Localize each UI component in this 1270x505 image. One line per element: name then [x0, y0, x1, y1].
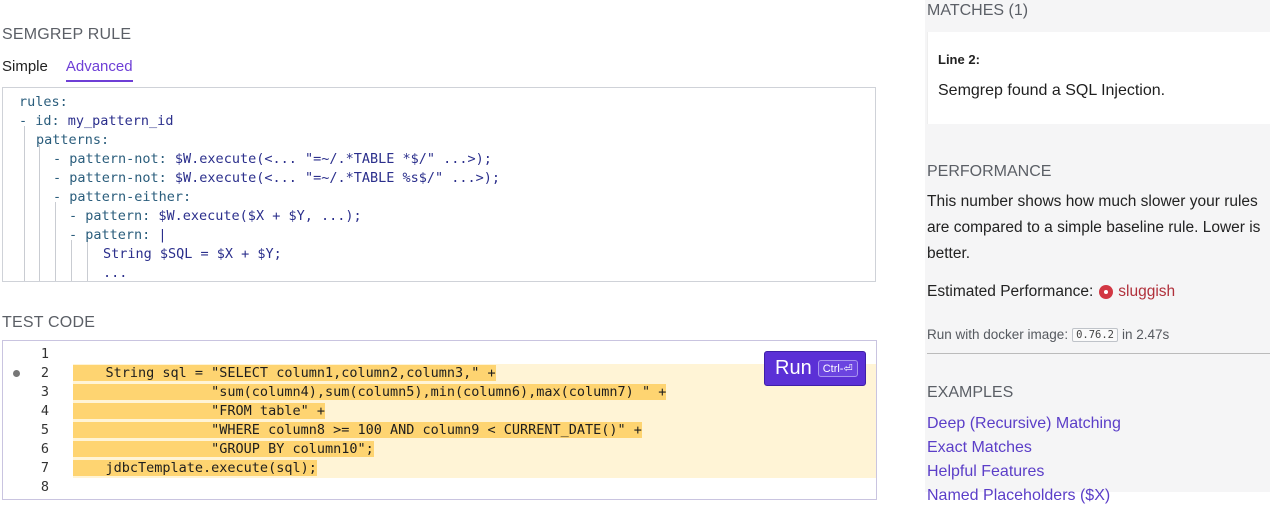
yaml-key: patterns: — [36, 132, 110, 148]
estimated-performance-value: sluggish — [1118, 283, 1176, 300]
run-button[interactable]: Run Ctrl-⏎ — [764, 351, 866, 386]
match-line-label: Line 2: — [938, 52, 980, 67]
run-time: in 2.47s — [1122, 327, 1170, 342]
line-number: 8 — [40, 479, 49, 495]
estimated-performance: Estimated Performance: sluggish — [927, 283, 1175, 301]
yaml-key: rules: — [19, 94, 68, 110]
yaml-line: - pattern-not: $W.execute(<... "=~/.*TAB… — [53, 150, 492, 169]
yaml-line: rules: — [19, 93, 68, 112]
tab-advanced[interactable]: Advanced — [65, 58, 133, 82]
matched-code: "sum(column4),sum(column5),min(column6),… — [73, 384, 667, 400]
code-text: String sql = "SELECT column1,column2,col… — [73, 364, 496, 383]
yaml-line: patterns: — [36, 131, 109, 150]
yaml-value: String $SQL = $X + $Y; — [103, 246, 282, 262]
matches-title: MATCHES (1) — [927, 2, 1029, 19]
yaml-value: $W.execute(<... "=~/.*TABLE *$/" ...>); — [174, 151, 492, 167]
tab-simple[interactable]: Simple — [2, 58, 48, 82]
yaml-line: ... — [103, 264, 128, 281]
results-panel: MATCHES (1) Line 2: Semgrep found a SQL … — [925, 0, 1270, 504]
line-number: 3 — [40, 384, 49, 400]
example-link[interactable]: Helpful Features — [927, 463, 1044, 481]
indent-guide — [71, 240, 72, 281]
yaml-value: $W.execute(<... "=~/.*TABLE %s$/" ...>); — [174, 170, 501, 186]
matched-code: "WHERE column8 >= 100 AND column9 < CURR… — [73, 422, 642, 438]
code-text: "WHERE column8 >= 100 AND column9 < CURR… — [73, 421, 642, 440]
code-line: 8 — [3, 478, 876, 497]
code-text: "GROUP BY column10"; — [73, 440, 374, 459]
rule-editor-panel: SEMGREP RULE Simple Advanced rules: - id… — [0, 0, 880, 500]
example-link[interactable]: Deep (Recursive) Matching — [927, 415, 1121, 433]
matched-code: "GROUP BY column10"; — [73, 441, 374, 457]
line-number: 7 — [40, 460, 49, 476]
estimated-performance-label: Estimated Performance: — [927, 283, 1094, 300]
example-link[interactable]: Named Placeholders ($X) — [927, 487, 1110, 505]
code-line: 4 "FROM table" + — [3, 402, 876, 421]
docker-info: Run with docker image: 0.76.2 in 2.47s — [927, 327, 1169, 342]
yaml-line: - pattern-either: — [53, 188, 191, 207]
indent-guide — [39, 145, 40, 281]
yaml-key: - pattern: — [69, 227, 159, 243]
matched-code: String sql = "SELECT column1,column2,col… — [73, 365, 496, 381]
code-line: 3 "sum(column4),sum(column5),min(column6… — [3, 383, 876, 402]
code-text: "FROM table" + — [73, 402, 325, 421]
sluggish-icon — [1099, 285, 1114, 299]
yaml-key: - pattern-either: — [53, 189, 192, 205]
semgrep-rule-title: SEMGREP RULE — [2, 26, 132, 43]
line-number: 2 — [40, 365, 49, 381]
code-line: 1 — [3, 345, 876, 364]
matched-code: "FROM table" + — [73, 403, 325, 419]
code-line: 2 String sql = "SELECT column1,column2,c… — [3, 364, 876, 383]
code-line: 6 "GROUP BY column10"; — [3, 440, 876, 459]
divider — [927, 353, 1270, 354]
yaml-line: String $SQL = $X + $Y; — [103, 245, 282, 264]
yaml-key: - pattern-not: — [53, 170, 175, 186]
yaml-key: - pattern-not: — [53, 151, 175, 167]
yaml-value: my_pattern_id — [67, 113, 174, 129]
yaml-value: $W.execute($X + $Y, ...); — [158, 208, 362, 224]
test-code-editor[interactable]: 1 2 String sql = "SELECT column1,column2… — [2, 340, 877, 500]
code-text: "sum(column4),sum(column5),min(column6),… — [73, 383, 667, 402]
yaml-line: - pattern: $W.execute($X + $Y, ...); — [69, 207, 362, 226]
yaml-rule-editor[interactable]: rules: - id: my_pattern_id patterns: - p… — [2, 87, 876, 282]
rule-mode-tabs: Simple Advanced — [2, 58, 151, 82]
match-result-card[interactable]: Line 2: Semgrep found a SQL Injection. — [927, 32, 1270, 124]
match-message: Semgrep found a SQL Injection. — [938, 82, 1166, 99]
code-line: 7 jdbcTemplate.execute(sql); — [3, 459, 876, 478]
examples-title: EXAMPLES — [927, 384, 1014, 401]
line-number: 6 — [40, 441, 49, 457]
yaml-line: - pattern: | — [69, 226, 167, 245]
docker-version-badge: 0.76.2 — [1072, 327, 1119, 342]
code-text: jdbcTemplate.execute(sql); — [73, 459, 317, 478]
performance-description: This number shows how much slower your r… — [927, 193, 1261, 262]
keyboard-shortcut-badge: Ctrl-⏎ — [817, 360, 858, 377]
run-button-label: Run — [775, 357, 812, 379]
yaml-value: | — [158, 227, 167, 243]
example-link[interactable]: Exact Matches — [927, 439, 1032, 457]
indent-guide — [87, 240, 88, 281]
test-code-title: TEST CODE — [2, 314, 96, 331]
line-number: 5 — [40, 422, 49, 438]
line-number: 1 — [40, 346, 49, 362]
code-line: 5 "WHERE column8 >= 100 AND column9 < CU… — [3, 421, 876, 440]
yaml-line: - id: my_pattern_id — [19, 112, 173, 131]
docker-prefix: Run with docker image: — [927, 327, 1069, 342]
yaml-key: - id: — [19, 113, 68, 129]
yaml-key: - pattern: — [69, 208, 159, 224]
performance-title: PERFORMANCE — [927, 163, 1052, 180]
matched-code: jdbcTemplate.execute(sql); — [73, 460, 317, 476]
indent-guide — [55, 202, 56, 281]
line-number: 4 — [40, 403, 49, 419]
yaml-value: ... — [103, 265, 128, 281]
yaml-line: - pattern-not: $W.execute(<... "=~/.*TAB… — [53, 169, 500, 188]
indent-guide — [24, 126, 25, 281]
